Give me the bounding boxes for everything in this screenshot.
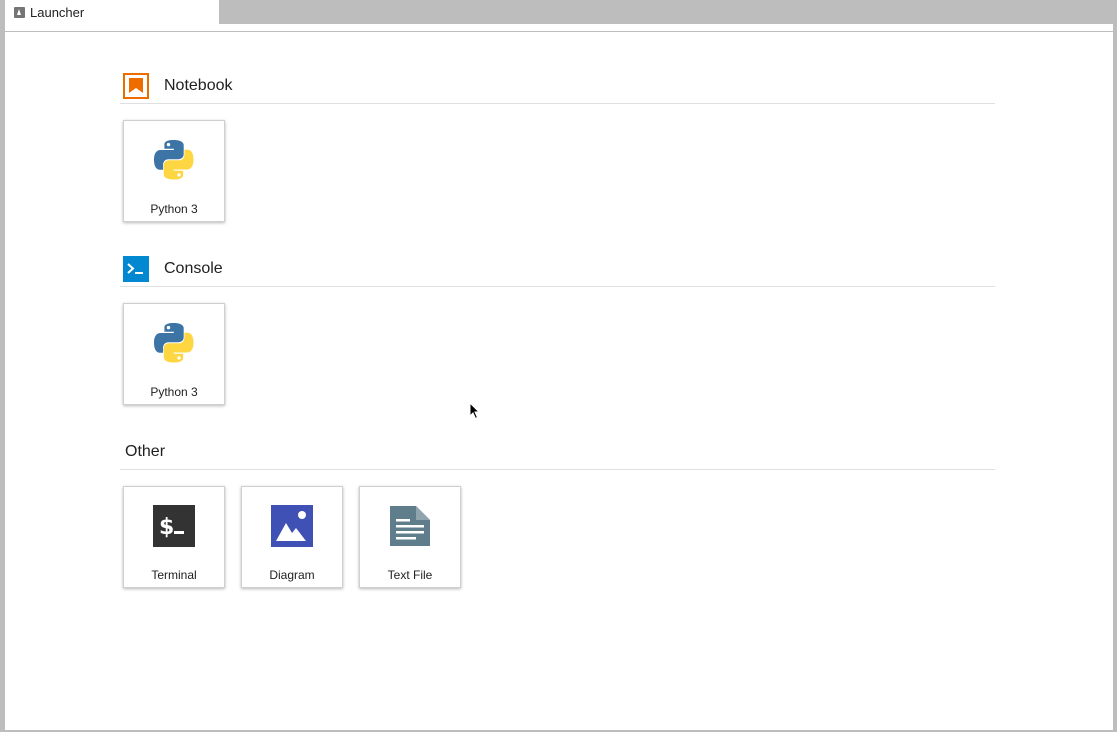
section-header: Notebook <box>120 68 995 104</box>
card-label: Python 3 <box>150 385 198 399</box>
card-label: Terminal <box>151 568 197 582</box>
section-notebook: Notebook Python 3 <box>120 68 995 222</box>
card-terminal[interactable]: $ Terminal <box>123 486 225 588</box>
section-header: Console <box>120 251 995 287</box>
card-diagram[interactable]: Diagram <box>241 486 343 588</box>
section-header: Other <box>120 434 995 470</box>
section-other: Other $ Terminal Diagram Text File <box>120 434 995 588</box>
section-title-console: Console <box>164 259 223 277</box>
card-console-python3[interactable]: Python 3 <box>123 303 225 405</box>
card-text-file[interactable]: Text File <box>359 486 461 588</box>
card-label: Python 3 <box>150 202 198 216</box>
text-file-icon <box>386 502 434 550</box>
card-label: Diagram <box>269 568 315 582</box>
terminal-icon: $ <box>150 502 198 550</box>
tab-bar: Launcher <box>0 0 1117 24</box>
console-icon <box>123 255 149 282</box>
launcher-icon <box>14 6 25 18</box>
section-title-notebook: Notebook <box>164 76 233 94</box>
python-icon <box>150 136 198 184</box>
card-notebook-python3[interactable]: Python 3 <box>123 120 225 222</box>
section-title-other: Other <box>125 442 166 460</box>
mouse-cursor-icon <box>469 402 481 420</box>
python-icon <box>150 319 198 367</box>
svg-text:$: $ <box>159 515 174 540</box>
card-label: Text File <box>387 568 433 582</box>
notebook-icon <box>123 72 149 99</box>
tab-launcher[interactable]: Launcher <box>5 0 219 24</box>
panel-divider <box>5 31 1113 32</box>
diagram-icon <box>268 502 316 550</box>
tab-label: Launcher <box>30 4 85 20</box>
section-console: Console Python 3 <box>120 251 995 405</box>
